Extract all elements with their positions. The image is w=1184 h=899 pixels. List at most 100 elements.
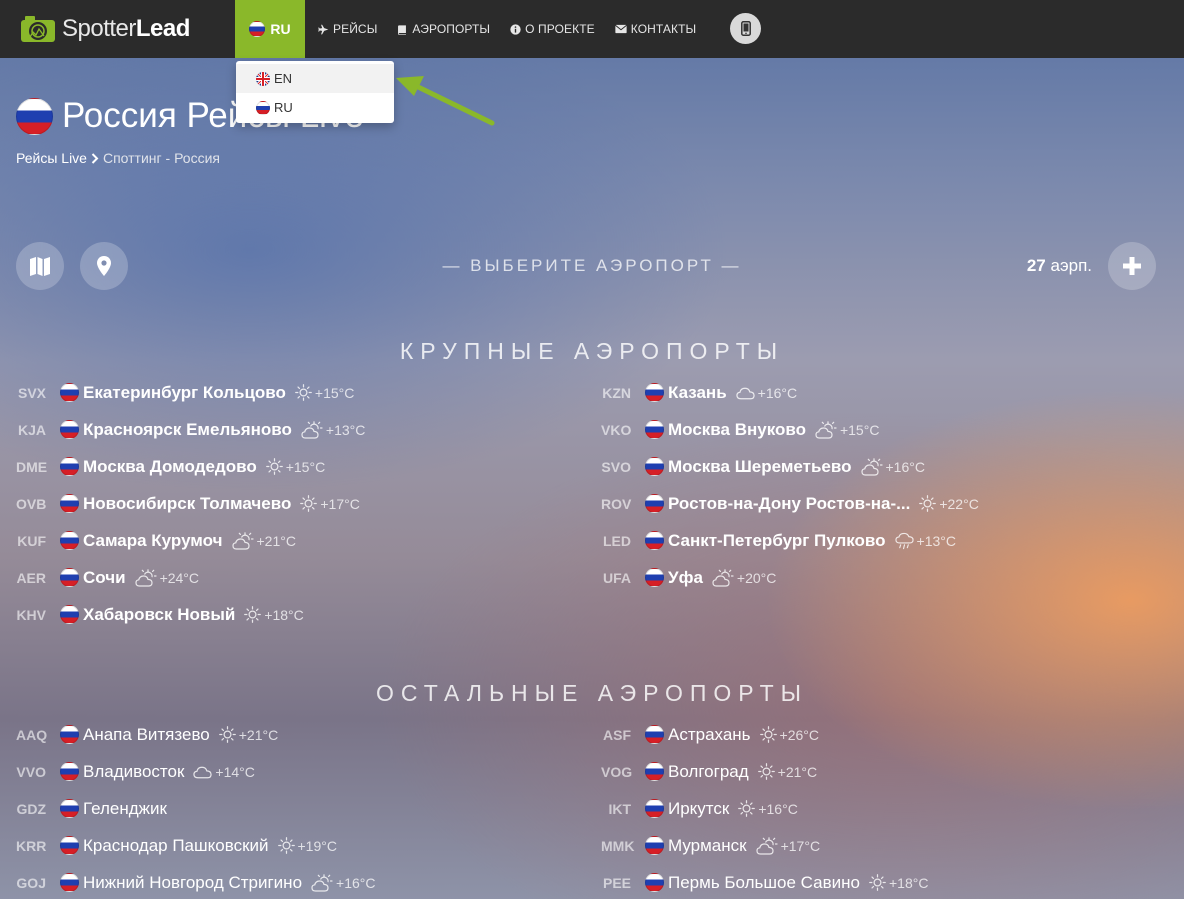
russia-flag-icon xyxy=(645,420,664,439)
airport-row[interactable]: IKT Иркутск +16°C xyxy=(601,790,798,827)
airport-row[interactable]: OVB Новосибирск Толмачево +17°C xyxy=(16,485,360,522)
airport-row[interactable]: SVX Екатеринбург Кольцово +15°C xyxy=(16,374,354,411)
nav-link-flights[interactable]: РЕЙСЫ xyxy=(318,22,377,36)
airport-name: Владивосток xyxy=(83,761,185,781)
airport-row[interactable]: UFA Уфа +20°C xyxy=(601,559,776,596)
airport-name: Астрахань xyxy=(668,724,751,744)
airport-name: Новосибирск Толмачево xyxy=(83,493,292,513)
select-airport-dropdown[interactable]: — ВЫБЕРИТЕ АЭРОПОРТ — xyxy=(0,256,1184,276)
partly-cloudy-weather-icon xyxy=(231,531,254,550)
nav-link-label: РЕЙСЫ xyxy=(333,22,378,36)
russia-flag-icon xyxy=(60,494,79,513)
airport-row[interactable]: DME Москва Домодедово +15°C xyxy=(16,448,325,485)
airport-row[interactable]: LED Санкт-Петербург Пулково +13°C xyxy=(601,522,956,559)
airport-row[interactable]: MMK Мурманск +17°C xyxy=(601,827,820,864)
sun-weather-icon xyxy=(738,800,756,817)
partly-cloudy-weather-icon xyxy=(134,568,157,587)
mobile-app-button[interactable] xyxy=(730,13,761,44)
temperature: +21°C xyxy=(777,763,818,780)
language-dropdown: EN RU xyxy=(236,61,394,123)
airport-row[interactable]: ASF Астрахань +26°C xyxy=(601,716,819,753)
weather: +14°C xyxy=(193,763,255,780)
add-button[interactable] xyxy=(1108,242,1156,290)
airport-code: VKO xyxy=(601,421,632,438)
breadcrumb-link[interactable]: Рейсы Live xyxy=(16,150,87,166)
temperature: +15°C xyxy=(314,384,355,401)
airport-row[interactable]: VVO Владивосток +14°C xyxy=(16,753,255,790)
airport-row[interactable]: GDZ Геленджик xyxy=(16,790,167,827)
airport-code: DME xyxy=(16,458,48,475)
language-switcher-button[interactable]: RU xyxy=(235,0,305,58)
airport-code: SVO xyxy=(601,458,631,475)
nav-link-label: АЭРОПОРТЫ xyxy=(412,22,491,36)
airport-row[interactable]: AAQ Анапа Витязево +21°C xyxy=(16,716,278,753)
breadcrumb-current: Споттинг - Россия xyxy=(102,150,220,166)
language-option-ru[interactable]: RU xyxy=(236,93,394,122)
russia-flag-icon xyxy=(60,762,79,781)
russia-flag-icon xyxy=(60,531,79,550)
weather: +18°C xyxy=(244,606,304,623)
nav-link-contacts[interactable]: КОНТАКТЫ xyxy=(614,22,697,36)
airport-row[interactable]: SVO Москва Шереметьево +16°C xyxy=(601,448,925,485)
russia-flag-icon xyxy=(60,873,79,892)
airport-name: Казань xyxy=(668,382,727,402)
airport-name: Москва Шереметьево xyxy=(668,456,852,476)
weather: +15°C xyxy=(265,458,326,475)
temperature: +15°C xyxy=(285,458,326,475)
weather: +16°C xyxy=(860,457,925,476)
airport-row[interactable]: ROV Ростов-на-Дону Ростов-на-... +22°C xyxy=(601,485,979,522)
temperature: +17°C xyxy=(320,495,360,512)
airport-row[interactable]: KRR Краснодар Пашковский +19°C xyxy=(16,827,337,864)
logo[interactable]: SpotterLead xyxy=(20,11,190,47)
sun-weather-icon xyxy=(757,763,775,780)
airport-row[interactable]: KZN Казань +16°C xyxy=(601,374,797,411)
airport-row[interactable]: GOJ Нижний Новгород Стригино +16°C xyxy=(16,864,376,899)
airport-row[interactable]: PEE Пермь Большое Савино +18°C xyxy=(601,864,928,899)
date-label[interactable]: 27 аэрп. xyxy=(1027,256,1092,276)
russia-flag-icon xyxy=(645,383,664,402)
airport-row[interactable]: VOG Волгоград +21°C xyxy=(601,753,817,790)
cloud-weather-icon xyxy=(735,386,755,400)
current-language-label: RU xyxy=(270,21,291,37)
weather: +17°C xyxy=(755,836,820,855)
weather: +16°C xyxy=(735,384,798,401)
airport-name: Пермь Большое Савино xyxy=(668,872,860,892)
russia-flag-icon xyxy=(60,605,79,624)
temperature: +21°C xyxy=(256,532,296,549)
temperature: +16°C xyxy=(757,384,798,401)
airport-row[interactable]: VKO Москва Внуково +15°C xyxy=(601,411,879,448)
other-airports-title: ОСТАЛЬНЫЕ АЭРОПОРТЫ xyxy=(376,680,808,706)
partly-cloudy-weather-icon xyxy=(301,420,323,439)
sun-weather-icon xyxy=(295,384,312,401)
date-month: аэрп. xyxy=(1050,256,1092,275)
temperature: +15°C xyxy=(839,421,880,438)
language-option-en[interactable]: EN xyxy=(236,64,394,93)
airport-name: Самара Курумоч xyxy=(83,530,223,550)
nav-link-airports[interactable]: АЭРОПОРТЫ xyxy=(397,22,490,36)
airport-name: Москва Внуково xyxy=(668,419,806,439)
annotation-arrow-icon xyxy=(396,76,495,126)
airport-row[interactable]: AER Сочи +24°C xyxy=(16,559,199,596)
language-option-label: RU xyxy=(274,100,293,115)
airport-code: LED xyxy=(603,532,631,549)
cloud-weather-icon xyxy=(193,765,213,779)
airport-code: VOG xyxy=(601,763,633,780)
sun-weather-icon xyxy=(919,495,937,512)
nav-link-about[interactable]: О ПРОЕКТЕ xyxy=(510,22,595,36)
temperature: +16°C xyxy=(336,874,376,891)
airport-row[interactable]: KHV Хабаровск Новый +18°C xyxy=(16,596,304,633)
russia-flag-icon xyxy=(60,799,79,818)
logo-text-bold: Lead xyxy=(135,15,191,42)
russia-flag-icon xyxy=(256,100,270,115)
airport-row[interactable]: KJA Красноярск Емельяново +13°C xyxy=(16,411,365,448)
airport-row[interactable]: KUF Самара Курумоч +21°C xyxy=(16,522,296,559)
main-nav: РЕЙСЫ АЭРОПОРТЫ О ПРОЕКТЕ КОНТАКТЫ xyxy=(318,0,696,58)
airport-name: Геленджик xyxy=(83,798,167,818)
envelope-icon xyxy=(614,24,627,34)
airport-code: ROV xyxy=(601,495,632,512)
airport-code: MMK xyxy=(601,837,635,854)
airport-code: OVB xyxy=(16,495,47,512)
airport-name: Краснодар Пашковский xyxy=(83,835,269,855)
weather: +15°C xyxy=(815,420,880,439)
temperature: +14°C xyxy=(215,763,255,780)
